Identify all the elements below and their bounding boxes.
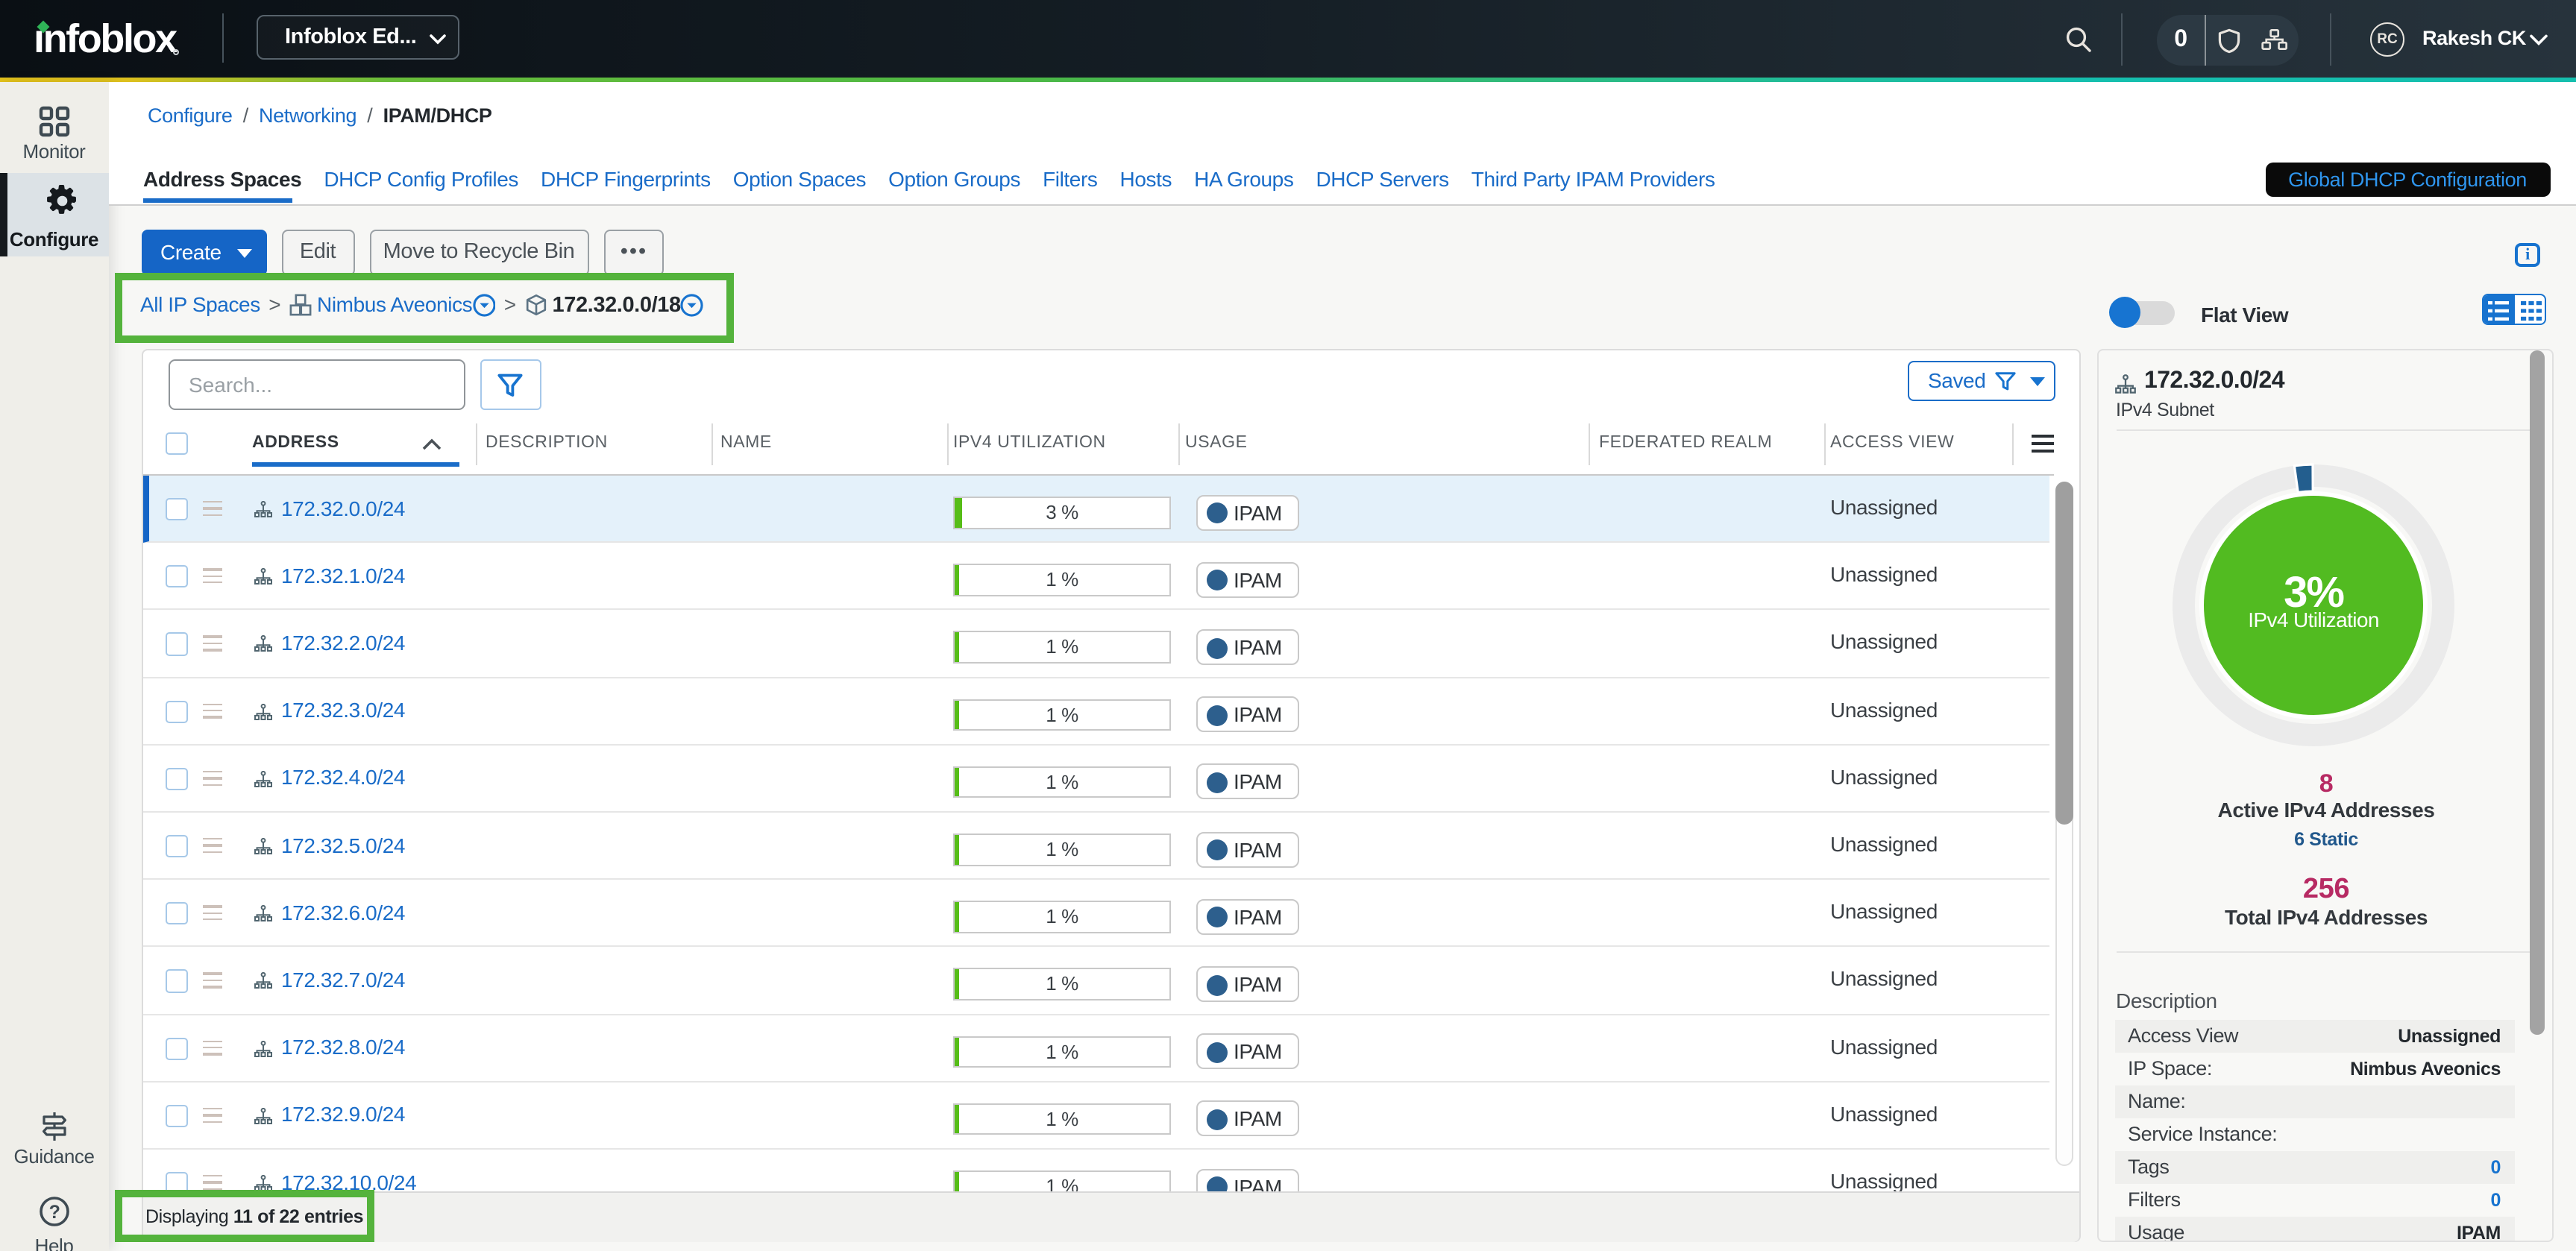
svg-text:?: ? <box>49 1202 60 1223</box>
svg-text:IPv4 Utilization: IPv4 Utilization <box>2248 608 2379 631</box>
